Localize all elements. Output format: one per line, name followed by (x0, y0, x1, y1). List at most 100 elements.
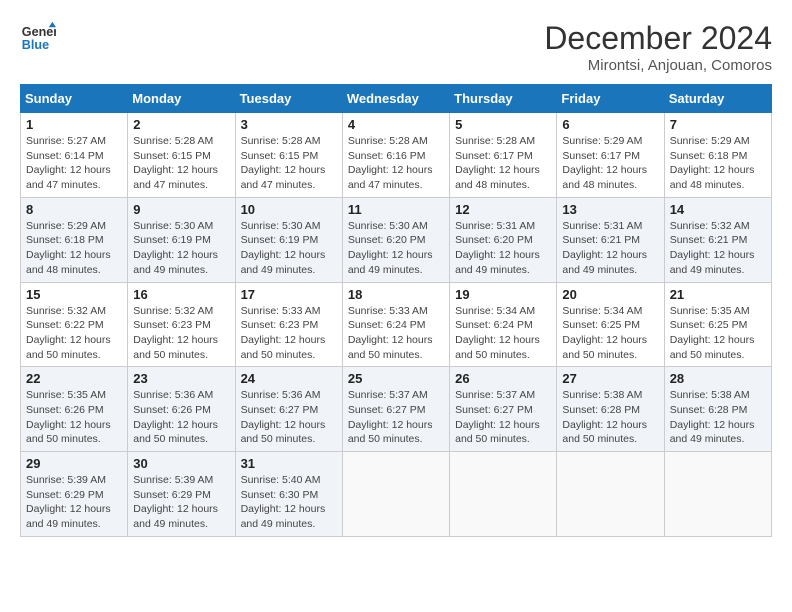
calendar-cell: 13 Sunrise: 5:31 AM Sunset: 6:21 PM Dayl… (557, 197, 664, 282)
daylight-hours: Daylight: 12 hours and 47 minutes. (26, 163, 122, 192)
sunset-time: Sunset: 6:29 PM (133, 488, 229, 503)
calendar-cell: 9 Sunrise: 5:30 AM Sunset: 6:19 PM Dayli… (128, 197, 235, 282)
day-info: Sunrise: 5:35 AM Sunset: 6:25 PM Dayligh… (670, 304, 766, 363)
sunrise-time: Sunrise: 5:30 AM (241, 219, 337, 234)
sunset-time: Sunset: 6:21 PM (670, 233, 766, 248)
sunrise-time: Sunrise: 5:37 AM (348, 388, 444, 403)
day-info: Sunrise: 5:30 AM Sunset: 6:19 PM Dayligh… (133, 219, 229, 278)
calendar-cell: 10 Sunrise: 5:30 AM Sunset: 6:19 PM Dayl… (235, 197, 342, 282)
sunrise-time: Sunrise: 5:29 AM (562, 134, 658, 149)
day-info: Sunrise: 5:38 AM Sunset: 6:28 PM Dayligh… (562, 388, 658, 447)
daylight-hours: Daylight: 12 hours and 48 minutes. (455, 163, 551, 192)
sunset-time: Sunset: 6:22 PM (26, 318, 122, 333)
day-number: 27 (562, 371, 658, 386)
day-number: 26 (455, 371, 551, 386)
sunrise-time: Sunrise: 5:28 AM (455, 134, 551, 149)
sunrise-time: Sunrise: 5:37 AM (455, 388, 551, 403)
sunset-time: Sunset: 6:29 PM (26, 488, 122, 503)
calendar-cell (342, 452, 449, 537)
day-info: Sunrise: 5:36 AM Sunset: 6:26 PM Dayligh… (133, 388, 229, 447)
calendar-cell: 26 Sunrise: 5:37 AM Sunset: 6:27 PM Dayl… (450, 367, 557, 452)
sunset-time: Sunset: 6:19 PM (241, 233, 337, 248)
calendar-cell: 22 Sunrise: 5:35 AM Sunset: 6:26 PM Dayl… (21, 367, 128, 452)
sunset-time: Sunset: 6:27 PM (455, 403, 551, 418)
calendar-cell: 4 Sunrise: 5:28 AM Sunset: 6:16 PM Dayli… (342, 113, 449, 198)
calendar-cell (664, 452, 771, 537)
day-info: Sunrise: 5:29 AM Sunset: 6:18 PM Dayligh… (26, 219, 122, 278)
sunset-time: Sunset: 6:23 PM (133, 318, 229, 333)
week-row-3: 15 Sunrise: 5:32 AM Sunset: 6:22 PM Dayl… (21, 282, 772, 367)
day-info: Sunrise: 5:28 AM Sunset: 6:17 PM Dayligh… (455, 134, 551, 193)
daylight-hours: Daylight: 12 hours and 49 minutes. (670, 418, 766, 447)
weekday-header-row: SundayMondayTuesdayWednesdayThursdayFrid… (21, 85, 772, 113)
sunset-time: Sunset: 6:26 PM (133, 403, 229, 418)
day-number: 3 (241, 117, 337, 132)
day-info: Sunrise: 5:33 AM Sunset: 6:23 PM Dayligh… (241, 304, 337, 363)
weekday-wednesday: Wednesday (342, 85, 449, 113)
sunrise-time: Sunrise: 5:30 AM (348, 219, 444, 234)
sunrise-time: Sunrise: 5:28 AM (241, 134, 337, 149)
day-info: Sunrise: 5:34 AM Sunset: 6:25 PM Dayligh… (562, 304, 658, 363)
weekday-monday: Monday (128, 85, 235, 113)
day-number: 4 (348, 117, 444, 132)
day-number: 5 (455, 117, 551, 132)
calendar-cell: 27 Sunrise: 5:38 AM Sunset: 6:28 PM Dayl… (557, 367, 664, 452)
daylight-hours: Daylight: 12 hours and 49 minutes. (670, 248, 766, 277)
calendar-cell: 5 Sunrise: 5:28 AM Sunset: 6:17 PM Dayli… (450, 113, 557, 198)
day-info: Sunrise: 5:30 AM Sunset: 6:20 PM Dayligh… (348, 219, 444, 278)
daylight-hours: Daylight: 12 hours and 50 minutes. (26, 418, 122, 447)
daylight-hours: Daylight: 12 hours and 48 minutes. (26, 248, 122, 277)
daylight-hours: Daylight: 12 hours and 50 minutes. (26, 333, 122, 362)
sunset-time: Sunset: 6:20 PM (348, 233, 444, 248)
daylight-hours: Daylight: 12 hours and 49 minutes. (241, 248, 337, 277)
daylight-hours: Daylight: 12 hours and 49 minutes. (26, 502, 122, 531)
sunrise-time: Sunrise: 5:31 AM (562, 219, 658, 234)
sunset-time: Sunset: 6:24 PM (455, 318, 551, 333)
day-info: Sunrise: 5:28 AM Sunset: 6:16 PM Dayligh… (348, 134, 444, 193)
day-number: 12 (455, 202, 551, 217)
calendar-cell: 19 Sunrise: 5:34 AM Sunset: 6:24 PM Dayl… (450, 282, 557, 367)
day-info: Sunrise: 5:39 AM Sunset: 6:29 PM Dayligh… (133, 473, 229, 532)
day-number: 11 (348, 202, 444, 217)
location-title: Mirontsi, Anjouan, Comoros (544, 57, 772, 74)
day-number: 6 (562, 117, 658, 132)
sunrise-time: Sunrise: 5:36 AM (241, 388, 337, 403)
day-info: Sunrise: 5:31 AM Sunset: 6:21 PM Dayligh… (562, 219, 658, 278)
day-info: Sunrise: 5:31 AM Sunset: 6:20 PM Dayligh… (455, 219, 551, 278)
sunset-time: Sunset: 6:16 PM (348, 149, 444, 164)
day-number: 7 (670, 117, 766, 132)
day-number: 19 (455, 287, 551, 302)
sunset-time: Sunset: 6:27 PM (348, 403, 444, 418)
weekday-friday: Friday (557, 85, 664, 113)
day-number: 29 (26, 456, 122, 471)
calendar-cell: 18 Sunrise: 5:33 AM Sunset: 6:24 PM Dayl… (342, 282, 449, 367)
month-title: December 2024 (544, 20, 772, 57)
day-info: Sunrise: 5:28 AM Sunset: 6:15 PM Dayligh… (133, 134, 229, 193)
day-info: Sunrise: 5:32 AM Sunset: 6:23 PM Dayligh… (133, 304, 229, 363)
calendar-cell: 12 Sunrise: 5:31 AM Sunset: 6:20 PM Dayl… (450, 197, 557, 282)
weekday-saturday: Saturday (664, 85, 771, 113)
day-info: Sunrise: 5:39 AM Sunset: 6:29 PM Dayligh… (26, 473, 122, 532)
calendar-cell: 3 Sunrise: 5:28 AM Sunset: 6:15 PM Dayli… (235, 113, 342, 198)
sunrise-time: Sunrise: 5:35 AM (26, 388, 122, 403)
day-info: Sunrise: 5:33 AM Sunset: 6:24 PM Dayligh… (348, 304, 444, 363)
sunset-time: Sunset: 6:25 PM (670, 318, 766, 333)
day-info: Sunrise: 5:37 AM Sunset: 6:27 PM Dayligh… (455, 388, 551, 447)
calendar-cell: 14 Sunrise: 5:32 AM Sunset: 6:21 PM Dayl… (664, 197, 771, 282)
sunrise-time: Sunrise: 5:34 AM (455, 304, 551, 319)
sunrise-time: Sunrise: 5:30 AM (133, 219, 229, 234)
day-number: 18 (348, 287, 444, 302)
sunrise-time: Sunrise: 5:29 AM (670, 134, 766, 149)
calendar-cell: 7 Sunrise: 5:29 AM Sunset: 6:18 PM Dayli… (664, 113, 771, 198)
sunrise-time: Sunrise: 5:38 AM (562, 388, 658, 403)
day-info: Sunrise: 5:29 AM Sunset: 6:18 PM Dayligh… (670, 134, 766, 193)
calendar-cell: 25 Sunrise: 5:37 AM Sunset: 6:27 PM Dayl… (342, 367, 449, 452)
sunrise-time: Sunrise: 5:39 AM (133, 473, 229, 488)
sunrise-time: Sunrise: 5:32 AM (670, 219, 766, 234)
calendar-cell: 30 Sunrise: 5:39 AM Sunset: 6:29 PM Dayl… (128, 452, 235, 537)
day-number: 9 (133, 202, 229, 217)
sunset-time: Sunset: 6:18 PM (670, 149, 766, 164)
day-info: Sunrise: 5:30 AM Sunset: 6:19 PM Dayligh… (241, 219, 337, 278)
sunset-time: Sunset: 6:14 PM (26, 149, 122, 164)
calendar-cell: 31 Sunrise: 5:40 AM Sunset: 6:30 PM Dayl… (235, 452, 342, 537)
